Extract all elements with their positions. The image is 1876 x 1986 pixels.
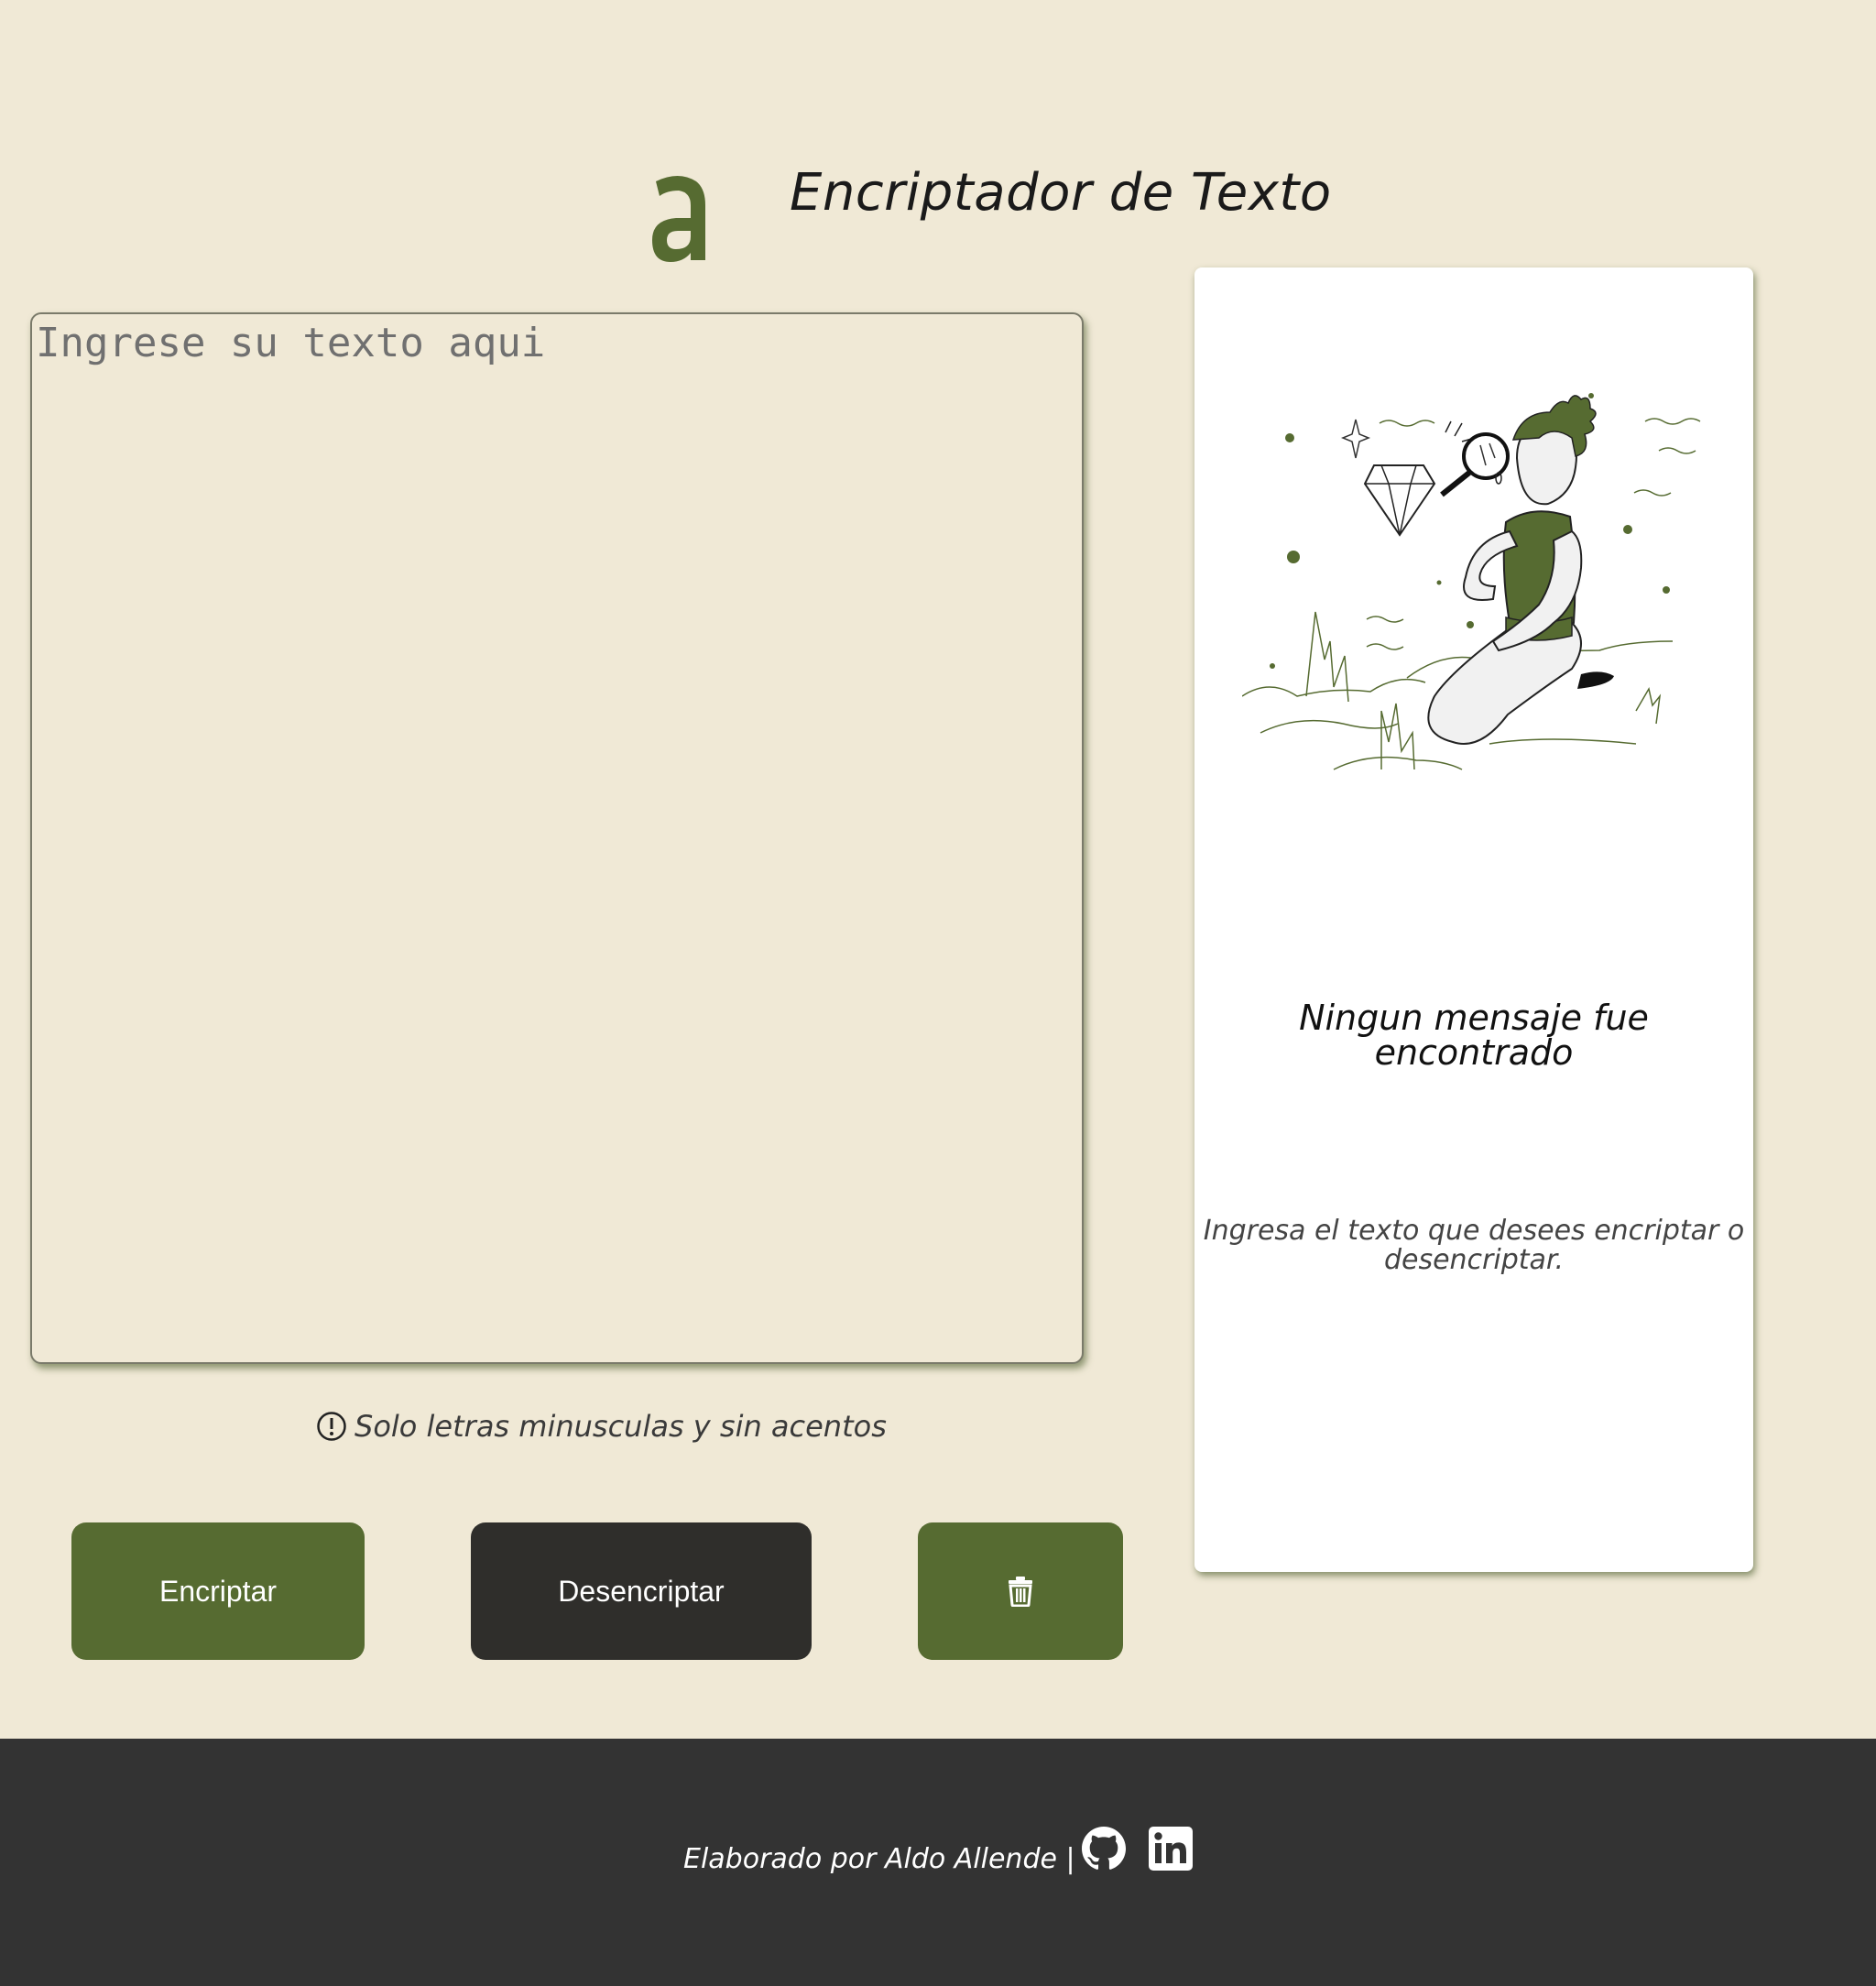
trash-icon bbox=[1009, 1577, 1032, 1607]
logo-icon bbox=[652, 176, 705, 262]
empty-message-subtitle: Ingresa el texto que desees encriptar o … bbox=[1203, 1215, 1745, 1276]
encrypt-button[interactable]: Encriptar bbox=[71, 1522, 365, 1660]
footer: Elaborado por Aldo Allende | bbox=[0, 1739, 1876, 1986]
decrypt-button[interactable]: Desencriptar bbox=[471, 1522, 812, 1660]
hint-text: Solo letras minusculas y sin acentos bbox=[354, 1409, 887, 1444]
footer-credit: Elaborado por Aldo Allende | bbox=[683, 1843, 1075, 1875]
clear-button[interactable] bbox=[918, 1522, 1123, 1660]
input-hint: Solo letras minusculas y sin acentos bbox=[316, 1409, 887, 1444]
exclamation-circle-icon bbox=[317, 1412, 346, 1441]
empty-message-title: Ningun mensaje fue encontrado bbox=[1299, 998, 1649, 1073]
output-card: Ningun mensaje fue encontrado Ingresa el… bbox=[1194, 267, 1753, 1572]
text-input[interactable] bbox=[30, 312, 1084, 1364]
page-title: Encriptador de Texto bbox=[790, 163, 1332, 223]
github-icon[interactable] bbox=[1080, 1825, 1128, 1872]
person-searching-illustration bbox=[1242, 393, 1701, 770]
linkedin-icon[interactable] bbox=[1147, 1825, 1194, 1872]
